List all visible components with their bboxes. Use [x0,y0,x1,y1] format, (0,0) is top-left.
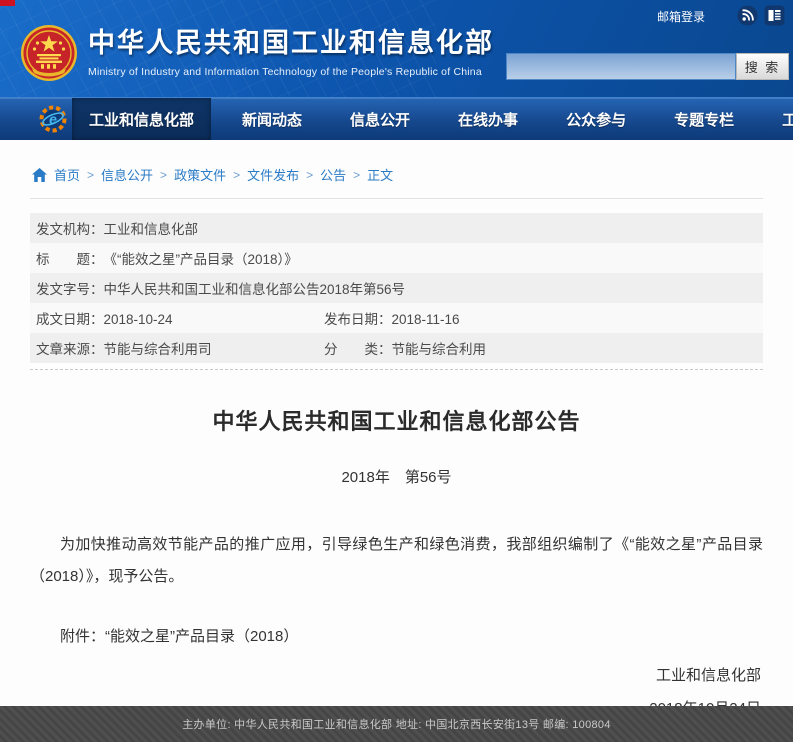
nav-list: 工业和信息化部 新闻动态 信息公开 在线办事 公众参与 专题专栏 工信数据 [72,98,793,140]
site-brand: 中华人民共和国工业和信息化部 Ministry of Industry and … [20,24,494,82]
document-attachment: 附件：“能效之星”产品目录（2018） [30,625,763,646]
nav-item-miit[interactable]: 工业和信息化部 [72,98,211,140]
breadcrumb-separator: > [87,168,94,182]
meta-label: 发文字号： [36,278,104,298]
breadcrumb-separator: > [160,168,167,182]
breadcrumb-info-disclosure[interactable]: 信息公开 [101,165,153,184]
meta-row-issuing-agency: 发文机构：工业和信息化部 [30,213,763,243]
meta-cell-written-date: 成文日期：2018-10-24 [36,308,324,328]
breadcrumb-separator: > [306,168,313,182]
meta-label: 标 题： [36,248,104,268]
meta-label: 发文机构： [36,218,104,238]
breadcrumb-divider [30,198,763,199]
meta-row-source-category: 文章来源：节能与综合利用司 分 类：节能与综合利用 [30,333,763,363]
nav-item-public-participation[interactable]: 公众参与 [549,98,643,140]
breadcrumb: 首页 > 信息公开 > 政策文件 > 文件发布 > 公告 > 正文 [30,140,763,196]
brand-text: 中华人民共和国工业和信息化部 Ministry of Industry and … [88,28,494,77]
main-nav: e 工业和信息化部 新闻动态 信息公开 在线办事 公众参与 专题专栏 工信数据 [0,97,793,140]
miit-gear-logo-icon: e [38,104,68,134]
breadcrumb-doc-release[interactable]: 文件发布 [247,165,299,184]
search-input[interactable] [506,53,736,80]
nav-item-info-disclosure[interactable]: 信息公开 [333,98,427,140]
mail-login-link[interactable]: 邮箱登录 [657,10,705,24]
search-button[interactable]: 搜 索 [736,53,789,80]
nav-item-miit-data[interactable]: 工信数据 [765,98,793,140]
header-icons [737,5,785,26]
document-paragraph: 为加快推动高效节能产品的推广应用，引导绿色生产和绿色消费，我部组织编制了《“能效… [30,529,763,593]
meta-cell-source: 文章来源：节能与综合利用司 [36,338,324,358]
nav-item-online-services[interactable]: 在线办事 [441,98,535,140]
search-bar: 搜 索 [506,53,789,80]
page: 中华人民共和国工业和信息化部 Ministry of Industry and … [0,0,793,742]
breadcrumb-separator: > [353,168,360,182]
nav-item-news[interactable]: 新闻动态 [225,98,319,140]
site-title: 中华人民共和国工业和信息化部 [88,28,494,59]
newspaper-grid-icon[interactable] [764,5,785,26]
meta-row-title: 标 题：《“能效之星”产品目录（2018）》 [30,243,763,273]
breadcrumb-home[interactable]: 首页 [54,165,80,184]
breadcrumb-separator: > [233,168,240,182]
home-icon[interactable] [32,168,47,182]
document-title: 中华人民共和国工业和信息化部公告 [30,404,763,436]
meta-row-doc-number: 发文字号：中华人民共和国工业和信息化部公告2018年第56号 [30,273,763,303]
site-footer: 主办单位: 中华人民共和国工业和信息化部 地址: 中国北京西长安街13号 邮编:… [0,706,793,742]
meta-cell-category: 分 类：节能与综合利用 [324,338,757,358]
national-emblem-icon [20,24,78,82]
meta-value: 《“能效之星”产品目录（2018）》 [104,248,298,268]
header-links: 邮箱登录 [657,8,705,26]
breadcrumb-policy-docs[interactable]: 政策文件 [174,165,226,184]
svg-text:e: e [49,111,57,127]
meta-value: 中华人民共和国工业和信息化部公告2018年第56号 [104,278,406,298]
site-header: 中华人民共和国工业和信息化部 Ministry of Industry and … [0,0,793,97]
footer-text: 主办单位: 中华人民共和国工业和信息化部 地址: 中国北京西长安街13号 邮编:… [182,716,611,732]
breadcrumb-announcement[interactable]: 公告 [320,165,346,184]
document-signer: 工业和信息化部 [30,664,763,685]
corner-red-mark [0,0,15,6]
meta-value: 工业和信息化部 [104,218,199,238]
nav-item-special-topics[interactable]: 专题专栏 [657,98,751,140]
site-subtitle-en: Ministry of Industry and Information Tec… [88,66,494,78]
document-issue-number: 2018年 第56号 [30,466,763,487]
content: 首页 > 信息公开 > 政策文件 > 文件发布 > 公告 > 正文 发文机构：工… [0,140,793,718]
announcement-article: 中华人民共和国工业和信息化部公告 2018年 第56号 为加快推动高效节能产品的… [30,370,763,718]
breadcrumb-current-page[interactable]: 正文 [367,165,393,184]
meta-row-dates: 成文日期：2018-10-24 发布日期：2018-11-16 [30,303,763,333]
rss-icon[interactable] [737,5,758,26]
document-meta-table: 发文机构：工业和信息化部 标 题：《“能效之星”产品目录（2018）》 发文字号… [30,213,763,363]
meta-cell-publish-date: 发布日期：2018-11-16 [324,308,757,328]
